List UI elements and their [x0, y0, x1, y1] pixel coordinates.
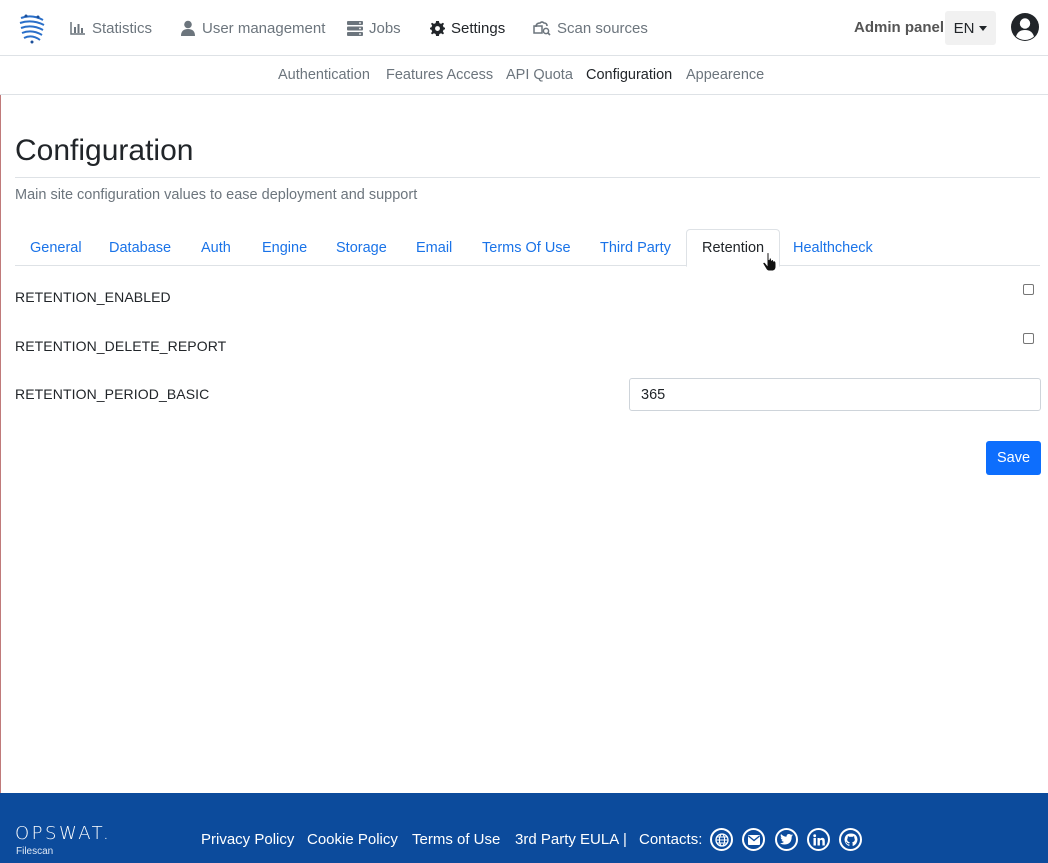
page-left-border — [0, 95, 1, 793]
subnav-authentication[interactable]: Authentication — [278, 67, 370, 83]
nav-jobs[interactable]: Jobs — [347, 17, 401, 39]
footer-privacy-policy-link[interactable]: Privacy Policy — [201, 831, 294, 848]
admin-panel-link[interactable]: Admin panel — [854, 19, 944, 36]
save-button[interactable]: Save — [986, 441, 1041, 475]
footer: OPSWAT. Filescan Privacy Policy Cookie P… — [0, 793, 1048, 863]
retention-enabled-label: RETENTION_ENABLED — [15, 289, 171, 305]
page-subtitle: Main site configuration values to ease d… — [15, 187, 418, 203]
config-tabs: General Database Auth Engine Storage Ema… — [15, 229, 1040, 267]
language-value: EN — [953, 19, 975, 37]
footer-brand-sub: Filescan — [16, 846, 54, 857]
twitter-icon[interactable] — [775, 828, 798, 851]
server-icon — [347, 20, 363, 36]
user-icon — [180, 20, 196, 36]
subnav-features-access[interactable]: Features Access — [386, 67, 493, 83]
retention-delete-report-label: RETENTION_DELETE_REPORT — [15, 338, 227, 354]
tab-database[interactable]: Database — [94, 229, 186, 266]
footer-contacts-label: Contacts: — [639, 831, 703, 848]
nav-user-management[interactable]: User management — [180, 17, 325, 39]
settings-subnav: Authentication Features Access API Quota… — [0, 56, 1048, 95]
subnav-appearence[interactable]: Appearence — [686, 67, 764, 83]
retention-enabled-checkbox[interactable] — [1023, 284, 1034, 295]
tab-engine[interactable]: Engine — [247, 229, 322, 266]
nav-user-management-label: User management — [202, 19, 326, 37]
nav-scan-sources[interactable]: Scan sources — [533, 17, 648, 39]
retention-delete-report-checkbox[interactable] — [1023, 333, 1034, 344]
nav-statistics[interactable]: Statistics — [70, 17, 152, 39]
tab-terms-of-use[interactable]: Terms Of Use — [467, 229, 586, 266]
nav-settings-label: Settings — [451, 19, 506, 37]
mail-icon[interactable] — [742, 828, 765, 851]
github-icon[interactable] — [839, 828, 862, 851]
gear-icon — [429, 20, 445, 36]
page-title: Configuration — [15, 134, 194, 167]
title-divider — [15, 177, 1040, 178]
subnav-configuration[interactable]: Configuration — [586, 67, 672, 83]
footer-cookie-policy-link[interactable]: Cookie Policy — [307, 831, 398, 848]
tab-general[interactable]: General — [15, 229, 97, 266]
cloud-scan-icon — [533, 20, 551, 36]
filescan-logo-icon[interactable] — [18, 12, 46, 44]
tab-storage[interactable]: Storage — [321, 229, 402, 266]
nav-settings[interactable]: Settings — [429, 17, 505, 39]
subnav-api-quota[interactable]: API Quota — [506, 67, 573, 83]
top-navbar: Statistics User management Jobs Settings… — [0, 0, 1048, 56]
language-dropdown[interactable]: EN — [945, 11, 996, 45]
retention-period-basic-label: RETENTION_PERIOD_BASIC — [15, 386, 210, 402]
footer-brand-logo[interactable]: OPSWAT. — [15, 823, 111, 844]
retention-period-basic-input[interactable]: 365 — [629, 378, 1041, 411]
linkedin-icon[interactable] — [807, 828, 830, 851]
bar-chart-icon — [70, 20, 86, 36]
tab-email[interactable]: Email — [401, 229, 467, 266]
tab-healthcheck[interactable]: Healthcheck — [778, 229, 888, 266]
hand-cursor-icon — [762, 252, 777, 272]
globe-icon[interactable] — [710, 828, 733, 851]
footer-separator: | — [623, 831, 627, 848]
tab-auth[interactable]: Auth — [186, 229, 246, 266]
nav-statistics-label: Statistics — [92, 19, 153, 37]
nav-jobs-label: Jobs — [369, 19, 401, 37]
retention-period-basic-value: 365 — [641, 386, 666, 403]
nav-scan-sources-label: Scan sources — [557, 19, 648, 37]
footer-3rd-party-eula-link[interactable]: 3rd Party EULA — [515, 831, 619, 848]
footer-terms-of-use-link[interactable]: Terms of Use — [412, 831, 500, 848]
user-avatar-icon[interactable] — [1010, 12, 1040, 42]
caret-down-icon — [979, 25, 988, 31]
tab-third-party[interactable]: Third Party — [585, 229, 686, 266]
